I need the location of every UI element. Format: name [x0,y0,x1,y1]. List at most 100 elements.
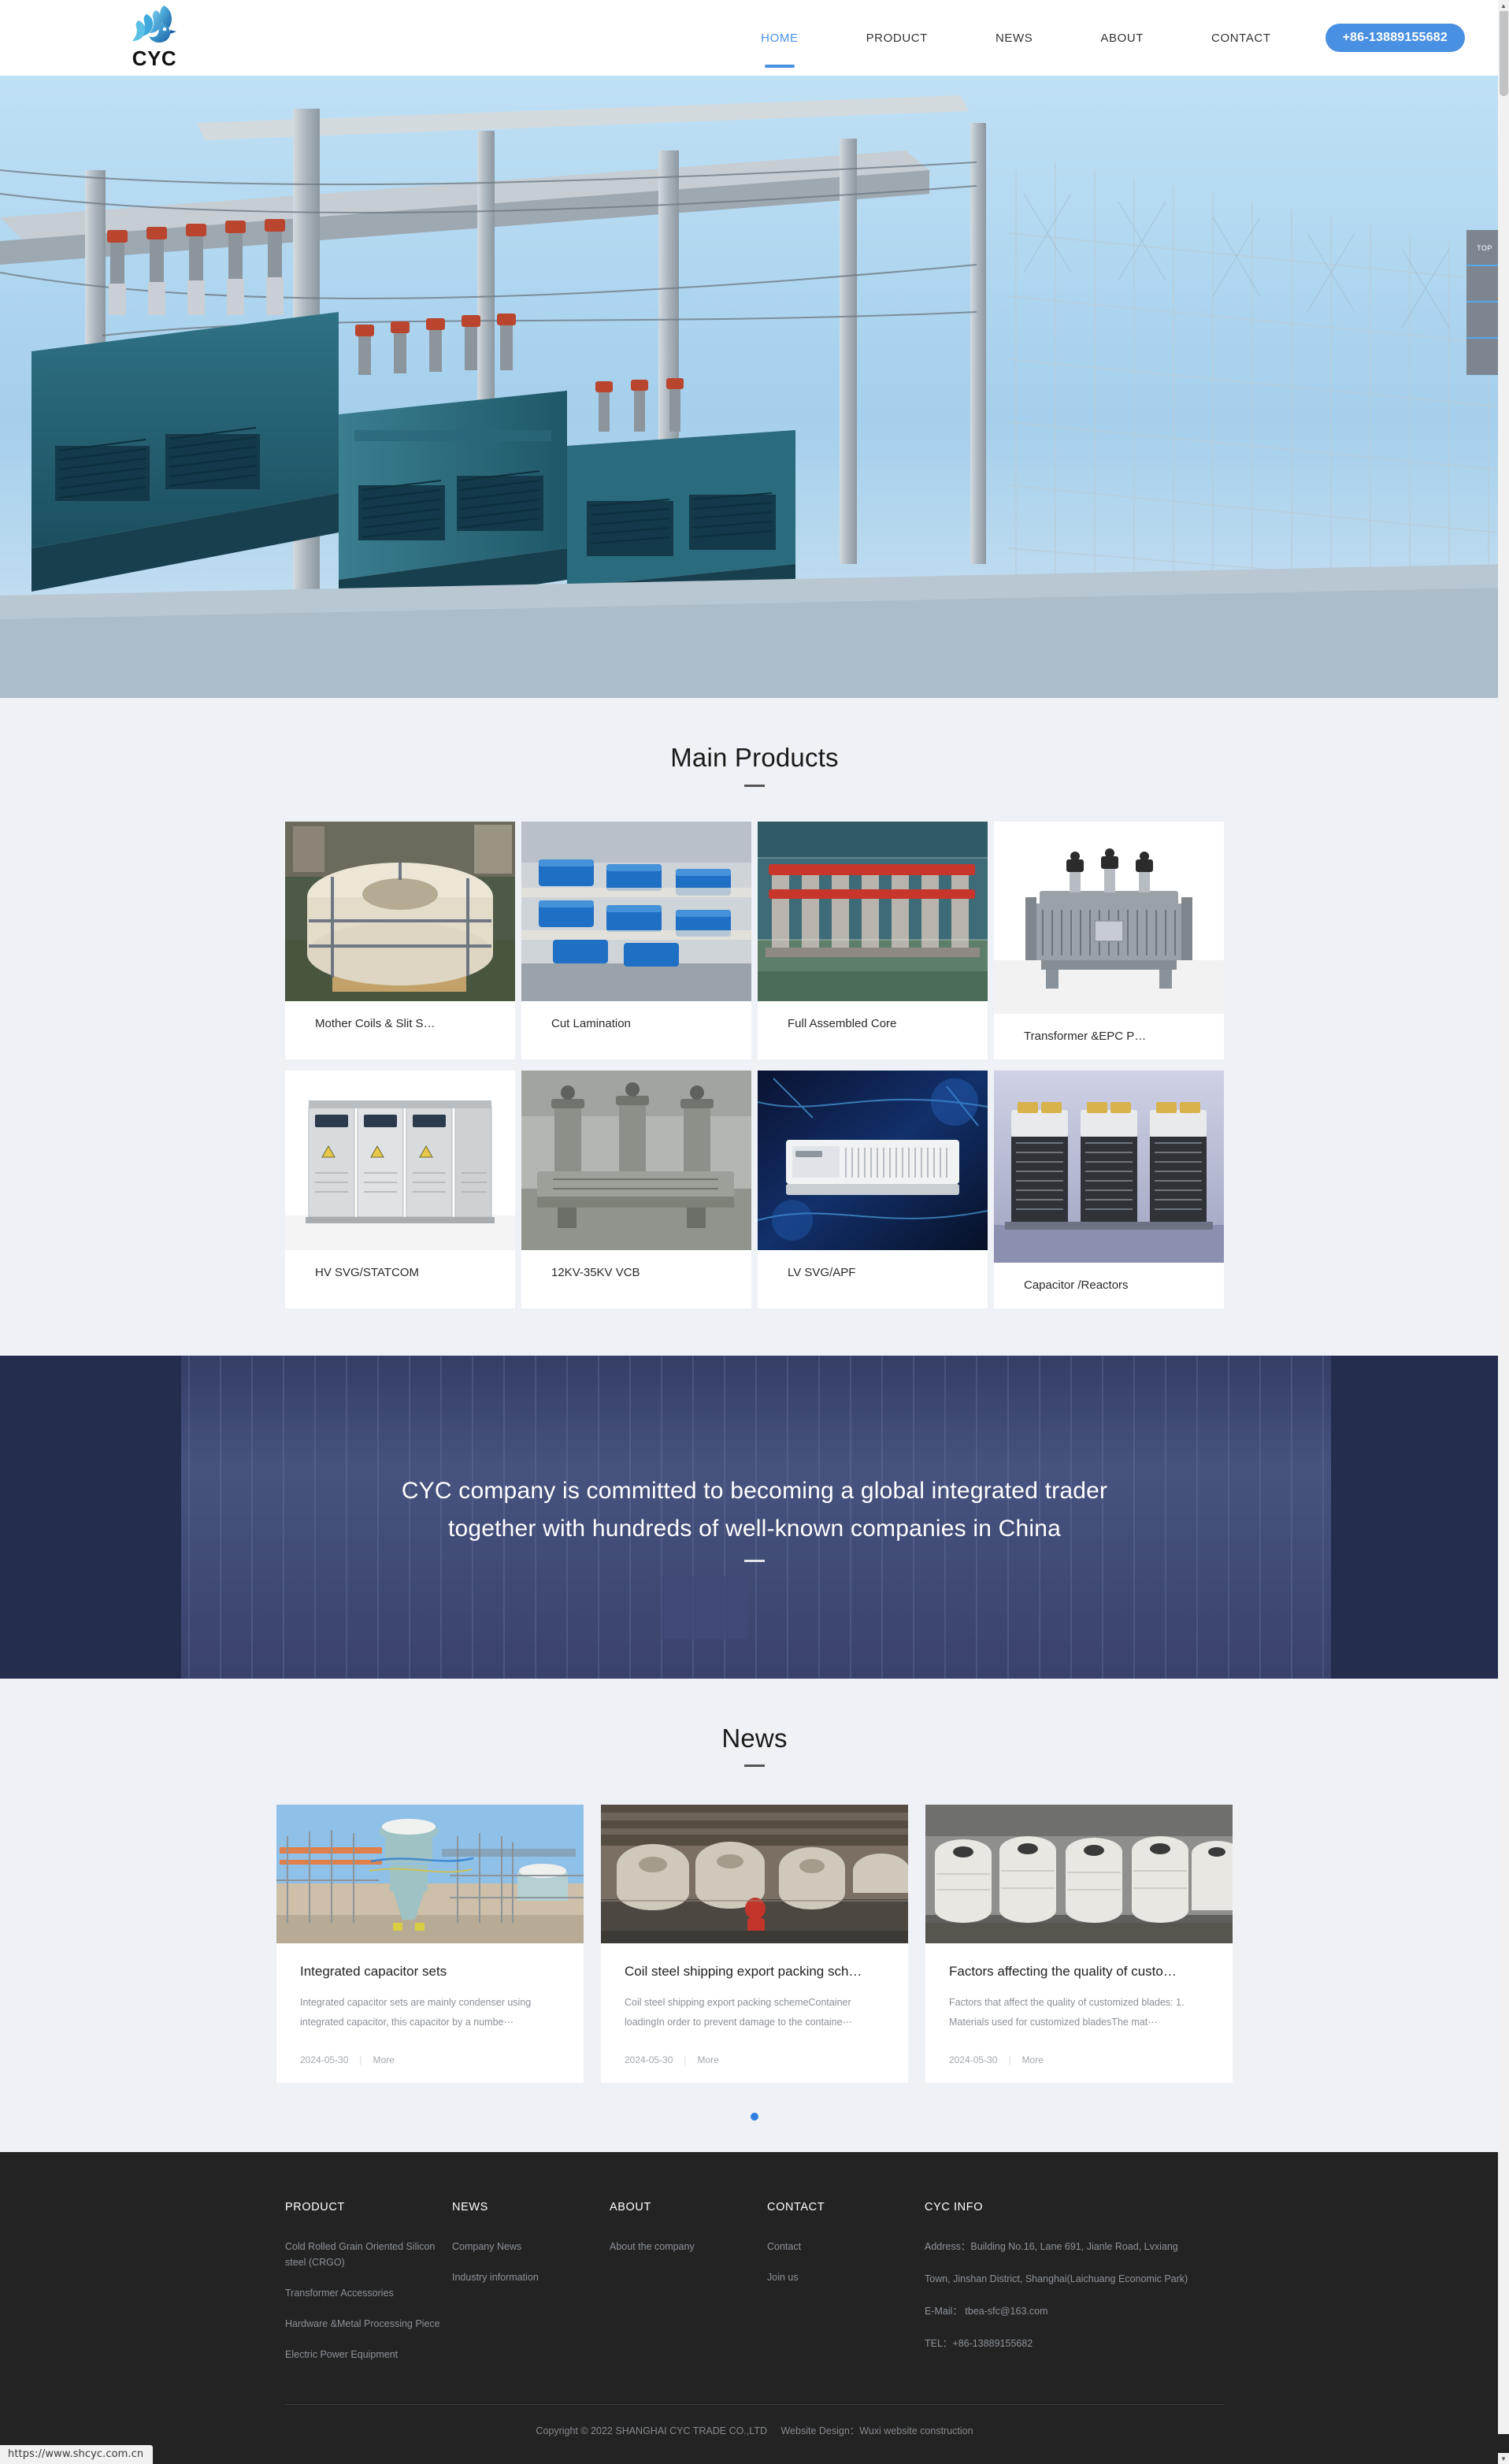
news-heading-block: News [0,1679,1509,1768]
footer-column-product: PRODUCT Cold Rolled Grain Oriented Silic… [285,2201,452,2377]
product-name: Transformer &EPC P… [1024,1030,1147,1044]
product-image [285,1070,515,1250]
vcb-photo [521,1070,751,1250]
product-name: LV SVG/APF [788,1266,856,1280]
news-meta: 2024-05-30 | More [925,2054,1233,2083]
nav-item-about[interactable]: ABOUT [1099,27,1145,50]
news-body: Factors affecting the quality of custo… … [925,1943,1233,2034]
product-name: Capacitor /Reactors [1024,1278,1129,1293]
scrollbar-thumb[interactable] [1500,2,1508,96]
copyright-bar: Copyright © 2022 SHANGHAI CYC TRADE CO.,… [0,2405,1509,2464]
footer-link-about-company[interactable]: About the company [610,2239,767,2254]
footer-link-transformer-accessories[interactable]: Transformer Accessories [285,2285,443,2301]
product-name: HV SVG/STATCOM [315,1266,419,1280]
mission-line-2: together with hundreds of well-known com… [447,1516,1062,1542]
footer-column-news: NEWS Company News Industry information [452,2201,610,2377]
product-card[interactable]: Capacitor /Reactors [994,1070,1224,1308]
hero-substation-photo [0,76,1509,698]
news-description: Coil steel shipping export packing schem… [625,1997,853,2028]
scrollbar-track[interactable] [1498,0,1509,2434]
hv-svg-cabinet-photo [285,1070,515,1250]
footer-link-contact[interactable]: Contact [767,2239,925,2254]
footer-heading-news: NEWS [452,2201,488,2214]
steel-coil-photo [285,821,515,1001]
news-title: Integrated capacitor sets [300,1964,447,1980]
product-image [521,1070,751,1250]
news-title: Factors affecting the quality of custo… [949,1964,1177,1980]
nav-item-contact[interactable]: CONTACT [1210,27,1273,50]
footer-link-hardware-metal[interactable]: Hardware &Metal Processing Piece [285,2316,443,2332]
substation-photo [276,1805,584,1944]
news-grid: Integrated capacitor sets Integrated cap… [276,1805,1233,2084]
nav-item-news[interactable]: NEWS [994,27,1034,50]
product-name: Cut Lamination [551,1017,631,1031]
product-card[interactable]: LV SVG/APF [758,1070,988,1308]
product-name: Mother Coils & Slit S… [315,1017,436,1031]
footer-tel: TEL：+86-13889155682 [925,2338,1033,2350]
news-more-link[interactable]: More [1022,2054,1044,2065]
footer-address-line-2: Town, Jinshan District, Shanghai(Laichua… [925,2273,1188,2285]
news-more-link[interactable]: More [373,2054,395,2065]
products-heading-block: Main Products [0,698,1509,787]
footer-link-industry-information[interactable]: Industry information [452,2269,610,2285]
site-header: CYC HOME PRODUCT NEWS ABOUT CONTACT +86-… [0,0,1509,76]
footer-heading-contact: CONTACT [767,2201,825,2214]
footer-link-company-news[interactable]: Company News [452,2239,610,2254]
footer-column-about: ABOUT About the company [610,2201,767,2377]
product-name: 12KV-35KV VCB [551,1266,640,1280]
footer-link-electric-power[interactable]: Electric Power Equipment [285,2347,443,2362]
news-section: News Integrated capacitor sets Integrate… [0,1679,1509,2153]
news-heading: News [721,1723,788,1753]
footer-link-join-us[interactable]: Join us [767,2269,925,2285]
product-image [994,1070,1224,1263]
capacitor-reactor-photo [994,1070,1224,1263]
cut-lamination-photo [521,821,751,1001]
website-design-credit[interactable]: Website Design：Wuxi website construction [780,2425,973,2436]
product-card[interactable]: Cut Lamination [521,821,751,1059]
scrollbar-up-arrow[interactable]: ▲ [1498,0,1509,11]
footer-columns: PRODUCT Cold Rolled Grain Oriented Silic… [285,2201,1224,2377]
news-more-link[interactable]: More [698,2054,719,2065]
footer-link-crgo[interactable]: Cold Rolled Grain Oriented Silicon steel… [285,2239,443,2270]
product-card[interactable]: Mother Coils & Slit S… [285,821,515,1059]
news-description: Factors that affect the quality of custo… [949,1997,1185,2028]
mission-text-block: CYC company is committed to becoming a g… [243,1472,1266,1562]
news-date: 2024-05-30 [949,2054,998,2066]
hero-banner: TOP [0,76,1509,698]
meta-separator: | [1008,2054,1011,2066]
product-card[interactable]: HV SVG/STATCOM [285,1070,515,1308]
news-body: Integrated capacitor sets Integrated cap… [276,1943,584,2034]
nav-item-product[interactable]: PRODUCT [865,27,929,50]
meta-separator: | [684,2054,687,2066]
assembled-core-photo [758,821,988,1001]
footer-email: E-Mail： tbea-sfc@163.com [925,2306,1048,2317]
main-navigation: HOME PRODUCT NEWS ABOUT CONTACT +86-1388… [0,0,1509,76]
main-products-section: Main Products Mother Coils & Slit S… Cut… [0,698,1509,1356]
mission-dash [744,1559,765,1562]
lv-svg-photo [758,1070,988,1250]
news-body: Coil steel shipping export packing sch… … [601,1943,908,2034]
news-card[interactable]: Factors affecting the quality of custo… … [925,1805,1233,2084]
mission-line-1: CYC company is committed to becoming a g… [401,1477,1108,1504]
footer-heading-product: PRODUCT [285,2201,345,2214]
news-description: Integrated capacitor sets are mainly con… [300,1997,532,2028]
product-image [758,1070,988,1250]
header-phone-button[interactable]: +86-13889155682 [1325,24,1465,52]
product-card[interactable]: Transformer &EPC P… [994,821,1224,1059]
news-card[interactable]: Coil steel shipping export packing sch… … [601,1805,908,2084]
product-card[interactable]: Full Assembled Core [758,821,988,1059]
nav-item-home[interactable]: HOME [759,27,799,50]
footer-address-line-1: Address：Building No.16, Lane 691, Jianle… [925,2241,1178,2253]
product-image [285,821,515,1001]
product-image [521,821,751,1001]
news-card[interactable]: Integrated capacitor sets Integrated cap… [276,1805,584,2084]
product-card[interactable]: 12KV-35KV VCB [521,1070,751,1308]
scrollbar-down-arrow[interactable]: ▼ [1498,2453,1509,2464]
news-carousel-pagination [0,2113,1509,2121]
product-image [758,821,988,1001]
mission-banner: CYC company is committed to becoming a g… [0,1355,1509,1679]
news-title: Coil steel shipping export packing sch… [625,1964,862,1980]
page-root: CYC HOME PRODUCT NEWS ABOUT CONTACT +86-… [0,0,1509,2464]
footer-column-info: CYC INFO Address：Building No.16, Lane 69… [925,2201,1224,2377]
carousel-dot-1[interactable] [751,2113,758,2121]
